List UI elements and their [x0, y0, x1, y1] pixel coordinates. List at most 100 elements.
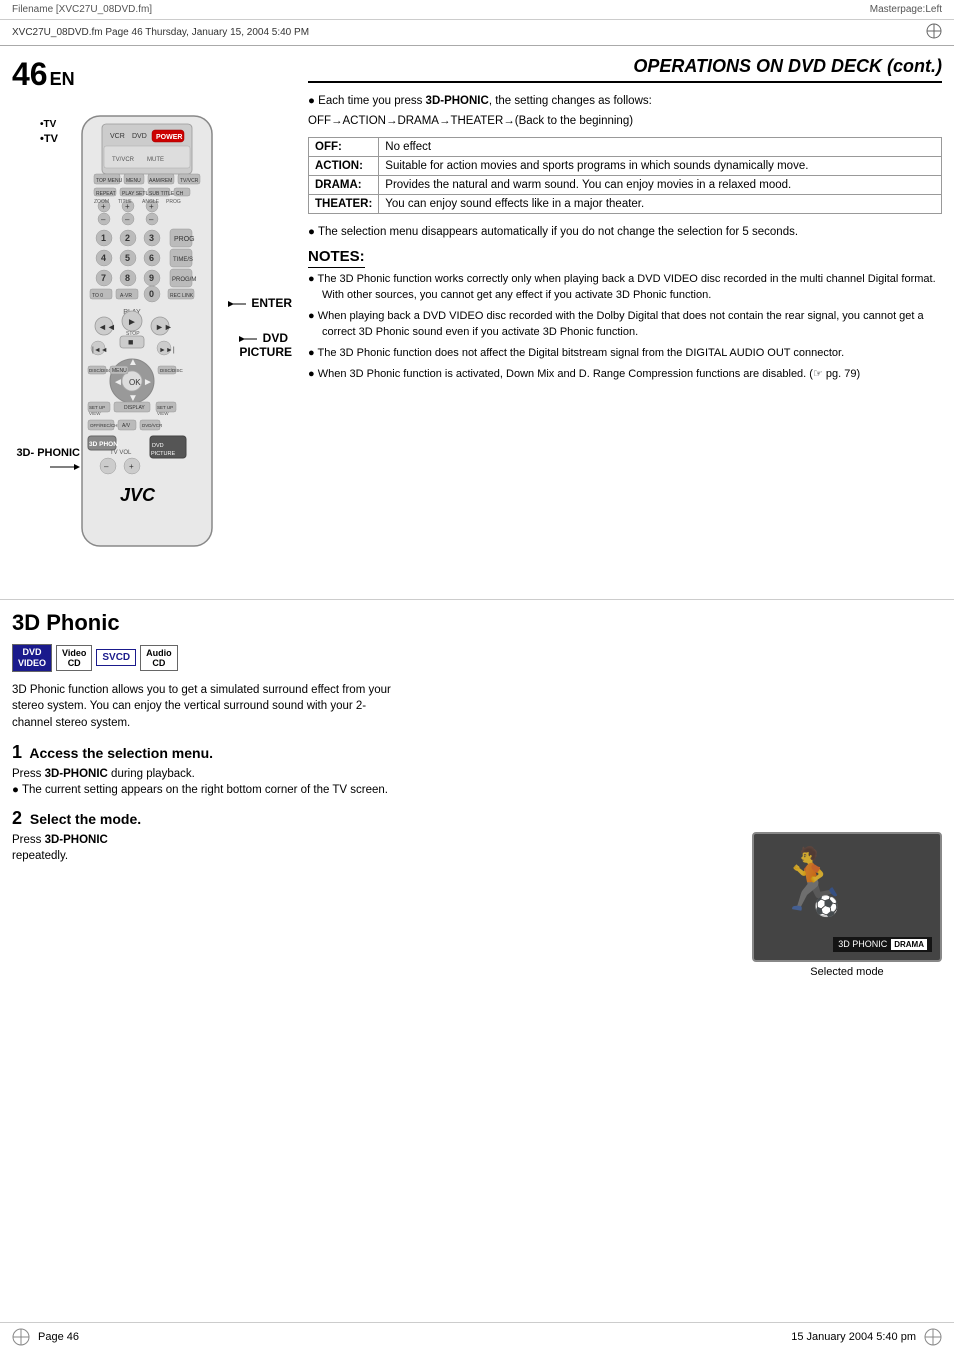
badge-audio: AudioCD [140, 645, 178, 671]
step1-body: Press 3D-PHONIC during playback. The cur… [12, 766, 942, 798]
svg-text:5: 5 [125, 253, 130, 263]
svg-text:REPEAT: REPEAT [96, 191, 116, 197]
subheader-date: XVC27U_08DVD.fm Page 46 Thursday, Januar… [12, 27, 309, 38]
svg-text:0: 0 [149, 289, 154, 299]
selection-note-text: The selection menu disappears automatica… [308, 224, 942, 240]
settings-mode: ACTION: [309, 157, 379, 176]
svg-text:DVD: DVD [132, 133, 147, 140]
svg-text:|◄◄: |◄◄ [92, 347, 108, 354]
label-dvd-picture: DVD PICTURE [239, 331, 292, 359]
svg-text:6: 6 [149, 253, 154, 263]
svg-text:VIEW: VIEW [89, 411, 101, 416]
mode-sequence: OFF→ACTION→DRAMA→THEATER→(Back to the be… [308, 113, 942, 129]
notes-title: NOTES: [308, 248, 365, 268]
svg-text:1: 1 [101, 233, 106, 243]
note-item: When 3D Phonic function is activated, Do… [308, 367, 942, 383]
operations-title: OPERATIONS ON DVD DECK (cont.) [308, 56, 942, 83]
footer-page: Page 46 [38, 1331, 79, 1343]
selection-menu-note: The selection menu disappears automatica… [308, 224, 942, 240]
main-content: 46 EN •TV •TV VCR DVD POWER TV/VCR [0, 46, 954, 591]
step-2: 2 Select the mode. Press 3D-PHONICrepeat… [12, 808, 942, 978]
svg-text:–: – [101, 215, 106, 224]
svg-text:–: – [104, 462, 109, 471]
osd-display: 3D PHONIC DRAMA [833, 937, 932, 952]
page-number-heading: 46 EN [12, 56, 292, 93]
svg-text:VCR: VCR [110, 133, 125, 140]
svg-text:7: 7 [101, 273, 106, 283]
badge-video: VideoCD [56, 645, 92, 671]
osd-value: DRAMA [891, 939, 927, 950]
settings-desc: No effect [379, 138, 942, 157]
svg-text:CH: CH [176, 191, 184, 197]
osd-label: 3D PHONIC [838, 939, 887, 949]
svg-text:–: – [125, 215, 130, 224]
svg-text:MENU: MENU [112, 368, 127, 374]
svg-text:▲: ▲ [128, 357, 138, 368]
svg-text:OFF/REC/CH: OFF/REC/CH [90, 423, 118, 428]
note-item: The 3D Phonic function works correctly o… [308, 272, 942, 304]
tv-screen-mockup: 🏃 ⚽ 3D PHONIC DRAMA Selected mode [752, 832, 942, 978]
svg-text:OK: OK [129, 378, 141, 387]
svg-text:STOP: STOP [126, 331, 140, 337]
header-masterpage: Masterpage:Left [870, 4, 942, 15]
footer-date: 15 January 2004 5:40 pm [791, 1331, 916, 1343]
svg-text:DISPLAY: DISPLAY [124, 405, 145, 411]
svg-text:REC LINK: REC LINK [170, 293, 194, 299]
svg-text:DISC/DISC: DISC/DISC [89, 368, 113, 373]
svg-text:■: ■ [128, 337, 133, 347]
svg-text:►►: ►► [155, 322, 173, 332]
badge-dvd: DVDVIDEO [12, 644, 52, 672]
note-item: The 3D Phonic function does not affect t… [308, 346, 942, 362]
svg-text:JVC: JVC [120, 485, 156, 505]
section-description: 3D Phonic function allows you to get a s… [12, 682, 392, 732]
left-column: 46 EN •TV •TV VCR DVD POWER TV/VCR [12, 56, 292, 581]
remote-svg: VCR DVD POWER TV/VCR MUTE TOP MENU MENU … [52, 106, 252, 566]
svg-text:TITLE: TITLE [118, 199, 132, 205]
svg-text:TO 0: TO 0 [92, 293, 103, 299]
header-filename: Filename [XVC27U_08DVD.fm] [12, 4, 152, 15]
svg-text:TV VOL: TV VOL [110, 450, 132, 456]
tv-screen-image: 🏃 ⚽ 3D PHONIC DRAMA [752, 832, 942, 962]
settings-mode: DRAMA: [309, 176, 379, 195]
footer-crosshair-left [12, 1328, 30, 1346]
step2-title: 2 Select the mode. [12, 808, 942, 829]
svg-text:POWER: POWER [156, 134, 182, 141]
settings-desc: Suitable for action movies and sports pr… [379, 157, 942, 176]
bullet-intro-section: Each time you press 3D-PHONIC, the setti… [308, 93, 942, 129]
svg-text:AAM/REM: AAM/REM [149, 178, 172, 184]
svg-text:DVD/VCR: DVD/VCR [142, 423, 163, 428]
footer-bar: Page 46 15 January 2004 5:40 pm [0, 1322, 954, 1351]
step1-title: 1 Access the selection menu. [12, 742, 942, 763]
svg-text:◄: ◄ [113, 377, 123, 388]
svg-text:8: 8 [125, 273, 130, 283]
bottom-section: 3D Phonic DVDVIDEO VideoCD SVCD AudioCD … [0, 599, 954, 998]
svg-text:SET UP: SET UP [89, 405, 105, 410]
svg-text:TOP MENU: TOP MENU [96, 178, 123, 184]
svg-text:MENU: MENU [126, 178, 141, 184]
settings-row: THEATER:You can enjoy sound effects like… [309, 195, 942, 214]
page-suffix: EN [50, 69, 75, 90]
step-1: 1 Access the selection menu. Press 3D-PH… [12, 742, 942, 798]
svg-text:TV/VCR: TV/VCR [180, 178, 199, 184]
svg-text:VIEW: VIEW [157, 411, 169, 416]
settings-row: DRAMA:Provides the natural and warm soun… [309, 176, 942, 195]
subheader-crosshair [926, 23, 942, 42]
subheader-bar: XVC27U_08DVD.fm Page 46 Thursday, Januar… [0, 20, 954, 46]
note-item: When playing back a DVD VIDEO disc recor… [308, 309, 942, 341]
svg-text:3D PHON: 3D PHON [89, 441, 118, 448]
soccer-ball: ⚽ [814, 894, 839, 919]
bullet-intro-text: Each time you press 3D-PHONIC, the setti… [308, 93, 942, 109]
svg-text:►: ► [143, 377, 153, 388]
settings-row: OFF:No effect [309, 138, 942, 157]
svg-text:3: 3 [149, 233, 154, 243]
svg-text:A-VR: A-VR [120, 293, 132, 299]
step1-bullet: The current setting appears on the right… [12, 782, 942, 798]
footer-crosshair-right [924, 1328, 942, 1346]
header-bar: Filename [XVC27U_08DVD.fm] Masterpage:Le… [0, 0, 954, 20]
svg-text:DVD: DVD [152, 443, 164, 449]
notes-section: NOTES: The 3D Phonic function works corr… [308, 248, 942, 383]
svg-text:TV/VCR: TV/VCR [112, 157, 135, 163]
format-badges: DVDVIDEO VideoCD SVCD AudioCD [12, 644, 942, 672]
section-3d-phonic-title: 3D Phonic [12, 610, 942, 636]
svg-text:SUB TITLE: SUB TITLE [149, 191, 175, 197]
